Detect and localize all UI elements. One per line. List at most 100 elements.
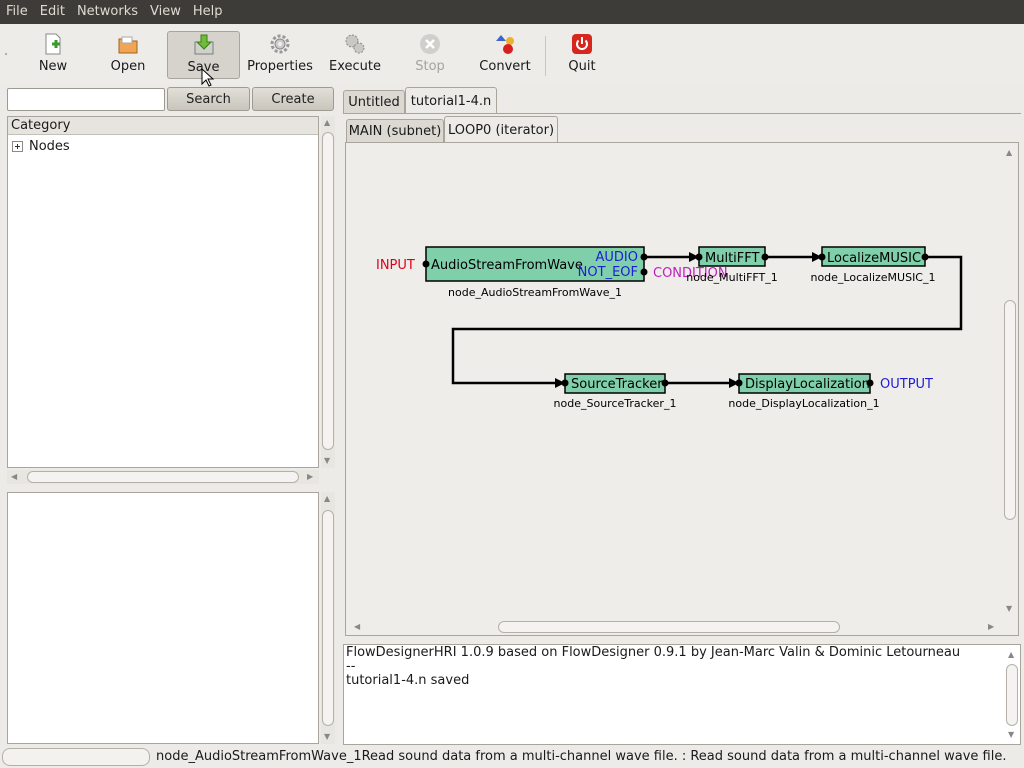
input-port[interactable] [561, 379, 569, 387]
stop-label: Stop [415, 59, 445, 74]
create-button[interactable]: Create [252, 87, 334, 111]
convert-shapes-icon [496, 35, 514, 54]
properties-button[interactable]: Properties [246, 31, 314, 79]
open-button[interactable]: Open [103, 31, 153, 79]
open-label: Open [110, 59, 146, 74]
tree-vertical-scrollbar[interactable]: ▲ ▼ [321, 116, 335, 468]
port-label-audio: AUDIO [596, 250, 639, 265]
menu-file[interactable]: File [0, 0, 34, 24]
description-vertical-scrollbar[interactable]: ▲ ▼ [321, 492, 335, 744]
node-title: SourceTracker [571, 377, 663, 392]
canvas-horizontal-scrollbar[interactable]: ◀ ▶ [350, 620, 1000, 634]
menu-edit[interactable]: Edit [34, 0, 71, 24]
node-title: MultiFFT [705, 251, 760, 266]
toolbar-grip-icon [5, 53, 7, 55]
scrollbar-thumb[interactable] [1006, 664, 1018, 726]
input-port[interactable] [422, 260, 430, 268]
node-displaylocalization[interactable]: DisplayLocalization node_DisplayLocaliza… [728, 373, 880, 410]
quit-button[interactable]: Quit [558, 31, 606, 79]
new-file-icon [45, 33, 61, 55]
node-title: LocalizeMUSIC [827, 251, 921, 266]
tree-column-header[interactable]: Category [8, 117, 318, 135]
node-sourcetracker[interactable]: SourceTracker node_SourceTracker_1 [554, 373, 677, 410]
node-title: DisplayLocalization [745, 377, 870, 392]
scroll-up-arrow-icon[interactable]: ▲ [324, 494, 330, 503]
input-port[interactable] [818, 253, 826, 261]
node-localizemusic[interactable]: LocalizeMUSIC node_LocalizeMUSIC_1 [810, 246, 936, 284]
tab-loop0-iterator[interactable]: LOOP0 (iterator) [444, 116, 558, 143]
output-label: OUTPUT [880, 377, 933, 392]
tab-tutorial1-4[interactable]: tutorial1-4.n [405, 87, 497, 114]
node-instance-name: node_MultiFFT_1 [686, 271, 778, 284]
convert-label: Convert [479, 59, 531, 74]
new-button[interactable]: New [28, 31, 78, 79]
stop-button[interactable]: Stop [406, 31, 454, 79]
input-label: INPUT [376, 258, 415, 273]
tab-main-subnet[interactable]: MAIN (subnet) [346, 119, 444, 143]
log-line: FlowDesignerHRI 1.0.9 based on FlowDesig… [346, 645, 961, 660]
quit-label: Quit [568, 59, 596, 74]
log-vertical-scrollbar[interactable]: ▲ ▼ [1005, 650, 1019, 742]
category-tree[interactable]: Category Nodes [7, 116, 319, 468]
scroll-left-arrow-icon[interactable]: ◀ [11, 472, 17, 481]
node-description-panel [7, 492, 319, 744]
expand-plus-icon[interactable] [12, 140, 23, 152]
scrollbar-thumb[interactable] [1004, 300, 1016, 520]
input-port[interactable] [735, 379, 743, 387]
menu-help[interactable]: Help [187, 0, 229, 24]
search-input[interactable] [7, 88, 165, 111]
canvas-vertical-scrollbar[interactable]: ▲ ▼ [1003, 146, 1017, 618]
output-port-audio[interactable] [640, 253, 648, 261]
scroll-right-arrow-icon[interactable]: ▶ [307, 472, 313, 481]
tab-untitled[interactable]: Untitled [343, 90, 405, 114]
gear-icon [270, 34, 290, 54]
scroll-down-arrow-icon[interactable]: ▼ [1008, 730, 1014, 739]
node-multifft[interactable]: MultiFFT node_MultiFFT_1 [686, 246, 778, 284]
scrollbar-thumb[interactable] [322, 510, 334, 726]
node-audiostreamfromwave[interactable]: AudioStreamFromWave AUDIO NOT_EOF node_A… [422, 246, 648, 299]
output-port[interactable] [661, 379, 669, 387]
scroll-down-arrow-icon[interactable]: ▼ [1006, 604, 1012, 613]
menu-networks[interactable]: Networks [71, 0, 144, 24]
message-log[interactable]: FlowDesignerHRI 1.0.9 based on FlowDesig… [343, 644, 1021, 745]
scroll-up-arrow-icon[interactable]: ▲ [1006, 148, 1012, 157]
node-instance-name: node_SourceTracker_1 [554, 397, 677, 410]
output-port[interactable] [761, 253, 769, 261]
scroll-right-arrow-icon[interactable]: ▶ [988, 622, 994, 631]
convert-button[interactable]: Convert [478, 31, 532, 79]
tree-item-nodes[interactable]: Nodes [8, 137, 70, 155]
output-port-not-eof[interactable] [640, 268, 648, 276]
input-port[interactable] [695, 253, 703, 261]
menubar: File Edit Networks View Help [0, 0, 1024, 24]
network-graph[interactable]: AudioStreamFromWave AUDIO NOT_EOF node_A… [346, 143, 1018, 613]
tree-item-label: Nodes [29, 138, 70, 154]
scroll-up-arrow-icon[interactable]: ▲ [324, 118, 330, 127]
scroll-left-arrow-icon[interactable]: ◀ [354, 622, 360, 631]
new-label: New [38, 59, 68, 74]
toolbar: New Open Save Properties Execute Stop Co… [0, 24, 1024, 87]
output-port[interactable] [921, 253, 929, 261]
save-icon [194, 34, 213, 55]
execute-button[interactable]: Execute [326, 31, 384, 79]
scroll-down-arrow-icon[interactable]: ▼ [324, 732, 330, 741]
node-instance-name: node_DisplayLocalization_1 [728, 397, 879, 410]
menu-view[interactable]: View [144, 0, 187, 24]
log-line: tutorial1-4.n saved [346, 673, 470, 688]
execute-label: Execute [329, 59, 381, 74]
port-label-not-eof: NOT_EOF [578, 265, 638, 280]
mouse-cursor-icon [201, 68, 215, 87]
scrollbar-thumb[interactable] [322, 132, 334, 450]
scrollbar-thumb[interactable] [498, 621, 840, 633]
status-progress-bar [2, 748, 150, 766]
log-line: -- [346, 659, 356, 674]
network-canvas[interactable]: AudioStreamFromWave AUDIO NOT_EOF node_A… [345, 142, 1019, 636]
stop-icon [420, 34, 440, 54]
output-port[interactable] [866, 379, 874, 387]
search-button[interactable]: Search [167, 87, 250, 111]
toolbar-separator [545, 36, 546, 76]
scroll-up-arrow-icon[interactable]: ▲ [1008, 650, 1014, 659]
scroll-down-arrow-icon[interactable]: ▼ [324, 456, 330, 465]
tree-horizontal-scrollbar[interactable]: ◀ ▶ [7, 470, 319, 484]
node-instance-name: node_AudioStreamFromWave_1 [448, 286, 622, 299]
scrollbar-thumb[interactable] [27, 471, 299, 483]
